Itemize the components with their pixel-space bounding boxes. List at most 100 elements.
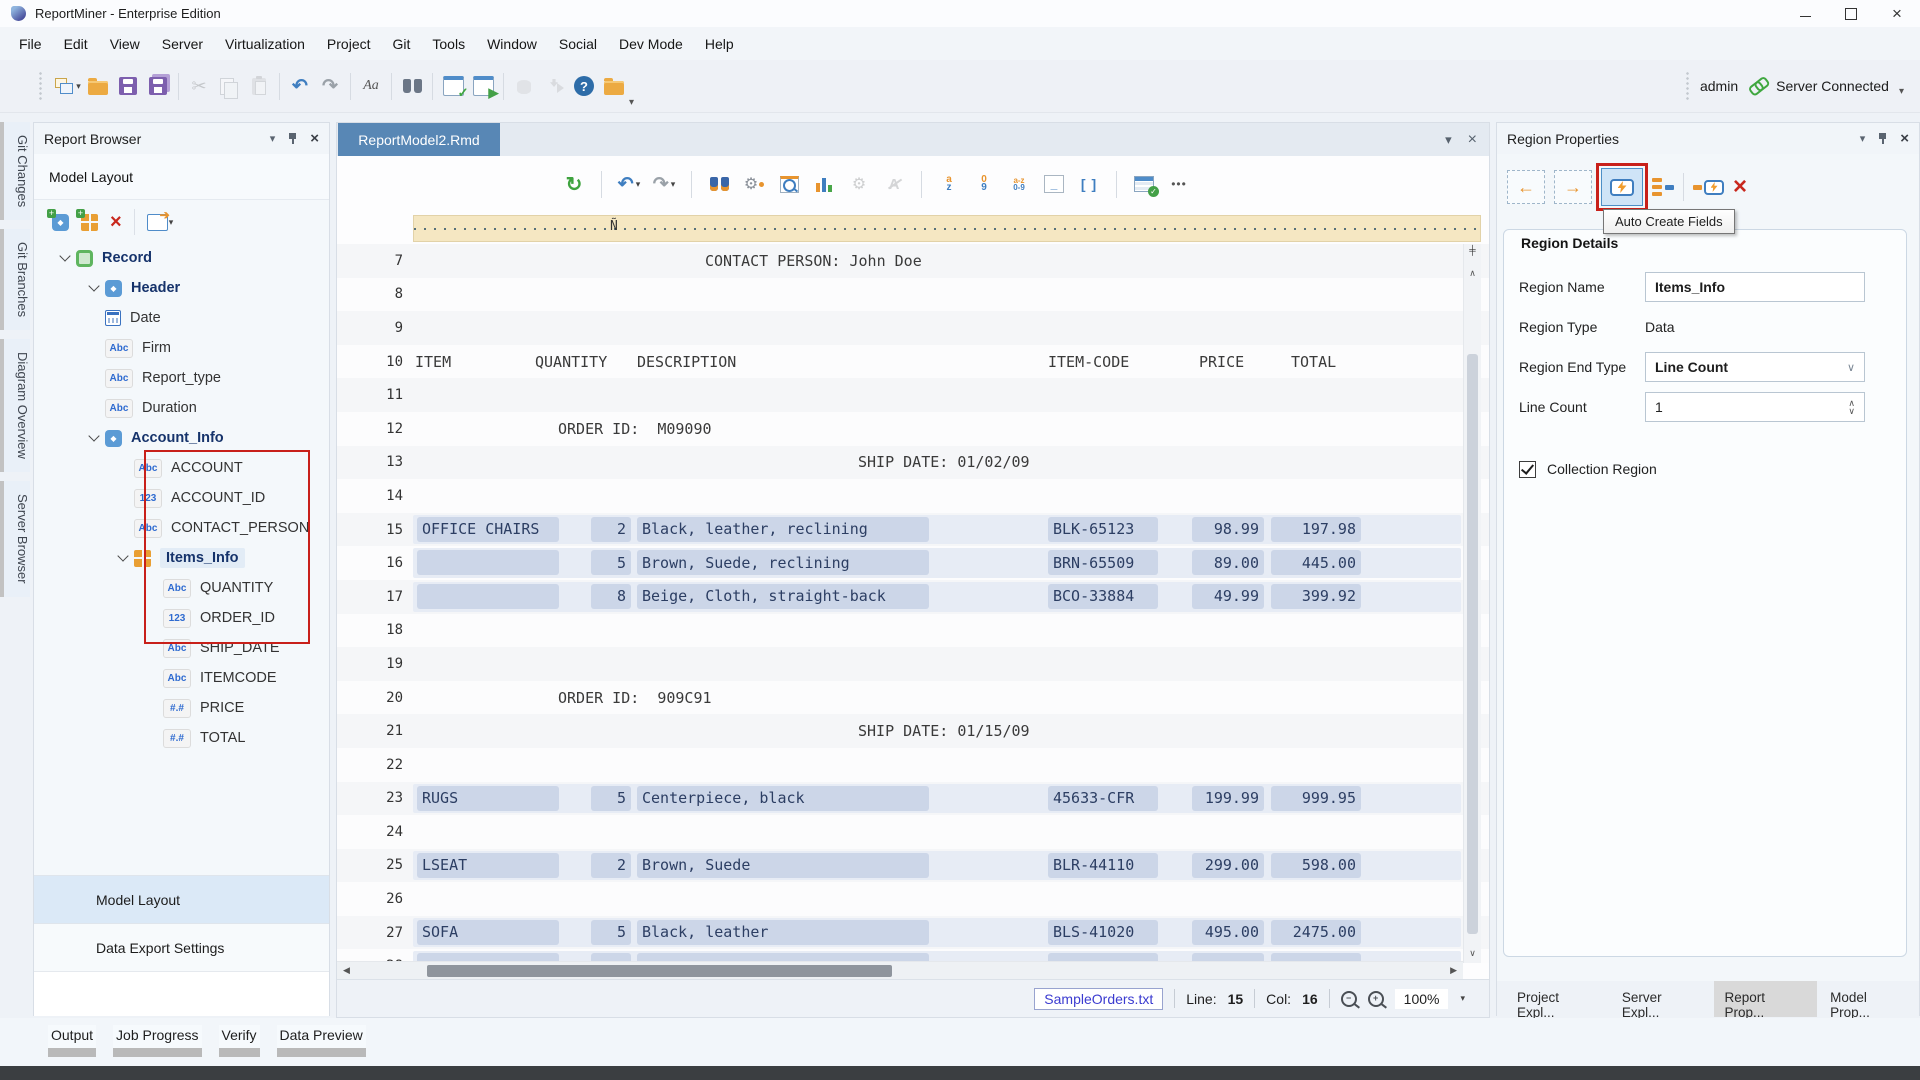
region-name-input[interactable]: Items_Info [1645,272,1865,302]
menu-item[interactable]: Git [382,31,422,57]
bottom-tab[interactable]: Job Progress [113,1025,201,1057]
tab-close-icon[interactable]: × [1468,131,1477,149]
chevron-down-icon[interactable] [83,436,105,440]
tree-item[interactable]: Abc Firm [34,333,329,363]
create-region-button[interactable] [1693,180,1724,195]
tree-item[interactable]: Abc Duration [34,393,329,423]
bottom-tab[interactable]: Data Preview [277,1025,366,1057]
panel-menu-icon[interactable]: ▾ [1860,132,1866,145]
tree-item[interactable]: Record [34,243,329,273]
minimize-button[interactable] [1782,0,1828,27]
add-fields-button[interactable] [1652,177,1674,197]
add-field-button[interactable]: + [81,214,98,231]
auto-create-fields-button[interactable] [1601,168,1643,206]
editor-line[interactable]: 13 SHIP DATE: 01/02/09 [337,446,1489,480]
next-region-button[interactable]: → [1554,170,1592,204]
side-tab[interactable]: Git Branches [0,229,30,330]
database-button[interactable] [509,70,539,102]
chevron-down-icon[interactable] [54,256,76,260]
tree-item[interactable]: Abc SHIP_DATE [34,633,329,663]
menu-item[interactable]: Window [476,31,548,57]
browse-button[interactable] [599,70,629,102]
editor-line[interactable]: 15 OFFICE CHAIRS 2 Black, leather, recli… [337,513,1489,547]
panel-menu-icon[interactable]: ▾ [270,132,276,145]
editor-line[interactable]: 7 CONTACT PERSON: John Doe [337,244,1489,278]
panel-close-icon[interactable]: × [310,130,319,147]
editor-undo-button[interactable]: ↶▾ [616,171,642,197]
tree-item[interactable]: Abc QUANTITY [34,573,329,603]
data-export-settings-button[interactable]: Data Export Settings [34,923,329,971]
tree-item[interactable]: Items_Info [34,543,329,573]
editor-line[interactable]: 16 5 Brown, Suede, reclining BRN-65509 8… [337,546,1489,580]
tree-item[interactable]: Abc ACCOUNT [34,453,329,483]
chevron-down-icon[interactable] [83,286,105,290]
side-tab[interactable]: Diagram Overview [0,339,30,472]
zoom-in-icon[interactable]: + [1368,991,1384,1007]
statistics-button[interactable] [811,171,837,197]
editor-line[interactable]: 26 [337,882,1489,916]
scroll-up-icon[interactable]: ∧ [1464,268,1481,279]
menu-item[interactable]: Tools [421,31,476,57]
bottom-tab[interactable]: Output [48,1025,96,1057]
properties-tab[interactable]: Model Prop... [1820,981,1919,1017]
find-button[interactable] [397,70,427,102]
copy-button[interactable] [214,70,244,102]
properties-tab[interactable]: Report Prop... [1714,981,1817,1017]
zoom-level[interactable]: 100% [1395,989,1449,1009]
tree-item[interactable]: Header [34,273,329,303]
menu-item[interactable]: Project [316,31,382,57]
tree-item[interactable]: Date [34,303,329,333]
search-region-button[interactable] [776,171,802,197]
editor-line[interactable]: 10 ITEM QUANTITY DESCRIPTION ITEM-CODE P… [337,345,1489,379]
model-layout-view-button[interactable]: Model Layout [34,875,329,923]
add-region-button[interactable]: + [52,214,69,231]
tree-item[interactable]: Account_Info [34,423,329,453]
editor-line[interactable]: 11 [337,378,1489,412]
apply-table-button[interactable] [1131,171,1157,197]
maximize-button[interactable] [1828,0,1874,27]
source-file-badge[interactable]: SampleOrders.txt [1034,988,1163,1010]
editor-line[interactable]: 8 [337,278,1489,312]
tree-item[interactable]: Abc ITEMCODE [34,663,329,693]
font-options-button[interactable]: Aa [356,70,386,102]
editor-line[interactable]: 21 SHIP DATE: 01/15/09 [337,714,1489,748]
editor-line[interactable]: 19 [337,647,1489,681]
close-button[interactable]: × [1874,0,1920,27]
sort-numeric-button[interactable]: 09 [971,171,997,197]
paste-button[interactable] [244,70,274,102]
menu-item[interactable]: Server [151,31,214,57]
properties-tab[interactable]: Server Expl... [1612,981,1712,1017]
editor-find-button[interactable] [706,171,732,197]
toolbar-overflow-button[interactable]: ▾ [629,97,634,108]
save-button[interactable] [113,70,143,102]
editor-line[interactable]: 20 ORDER ID: 909C91 [337,681,1489,715]
editor-line[interactable]: 12 ORDER ID: M09090 [337,412,1489,446]
vertical-scroll-thumb[interactable] [1467,354,1478,934]
auto-settings-button[interactable]: ⚙ [846,171,872,197]
editor-line[interactable]: 18 [337,614,1489,648]
horizontal-scrollbar[interactable]: ◀ ▶ [337,961,1463,979]
menu-item[interactable]: File [8,31,53,57]
pin-icon[interactable] [1877,132,1888,145]
help-button[interactable]: ? [569,70,599,102]
properties-tab[interactable]: Project Expl... [1507,981,1609,1017]
region-end-type-select[interactable]: Line Count∨ [1645,352,1865,382]
tree-item[interactable]: #.# PRICE [34,693,329,723]
document-tab[interactable]: ReportModel2.Rmd [338,123,500,156]
menu-item[interactable]: Dev Mode [608,31,694,57]
scroll-down-icon[interactable]: ∨ [1464,948,1481,959]
save-all-button[interactable] [143,70,173,102]
horizontal-scroll-thumb[interactable] [427,965,892,977]
cut-button[interactable]: ✂ [184,70,214,102]
tree-item[interactable]: 123 ACCOUNT_ID [34,483,329,513]
open-button[interactable] [83,70,113,102]
menu-item[interactable]: Edit [53,31,99,57]
editor-line[interactable]: 25 LSEAT 2 Brown, Suede BLR-44110 299.00 [337,849,1489,883]
splitter-handle[interactable]: ╪ [1464,246,1481,264]
toolbar-grip[interactable] [38,71,43,101]
delete-region-button[interactable]: × [1733,175,1747,199]
tree-item[interactable]: #.# TOTAL [34,723,329,753]
delete-node-button[interactable]: × [110,212,122,232]
zoom-dropdown-icon[interactable]: ▾ [1460,993,1465,1004]
line-count-stepper[interactable]: 1∧∨ [1645,392,1865,422]
